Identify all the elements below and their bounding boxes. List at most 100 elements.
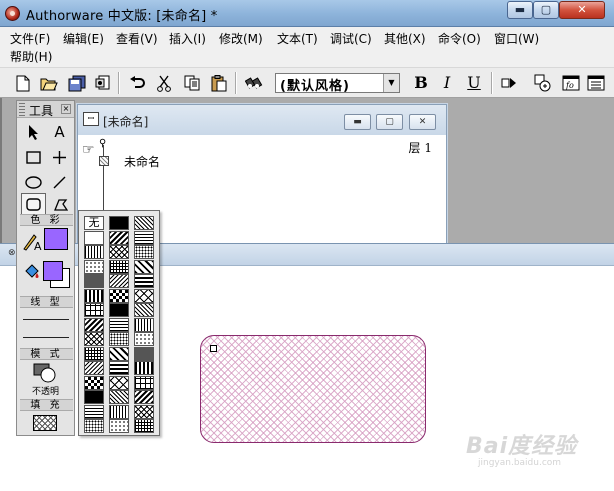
line-color-swatch[interactable] [44, 228, 68, 250]
pattern-swatch[interactable] [84, 274, 104, 288]
pattern-swatch[interactable] [84, 230, 104, 245]
rounded-rectangle-tool[interactable] [21, 193, 46, 215]
pattern-swatch[interactable] [134, 390, 154, 404]
pattern-swatch[interactable] [84, 288, 104, 303]
pattern-swatch[interactable] [134, 259, 154, 274]
pattern-swatch[interactable] [134, 375, 154, 390]
pattern-swatch[interactable] [134, 245, 154, 259]
copy-icon[interactable] [181, 72, 203, 94]
shape-handle[interactable] [210, 345, 217, 352]
run-icon[interactable] [498, 72, 520, 94]
pattern-swatch[interactable] [84, 245, 104, 259]
pointer-tool[interactable] [21, 121, 46, 143]
import-icon[interactable] [92, 72, 114, 94]
fill-bucket-icon[interactable] [19, 261, 44, 283]
fill-pattern-selector[interactable] [33, 415, 57, 431]
pattern-swatch[interactable] [109, 259, 129, 274]
pattern-swatch[interactable] [109, 346, 129, 361]
menu-modify[interactable]: 修改(M) [219, 31, 263, 48]
ellipse-tool[interactable] [21, 171, 46, 193]
close-button[interactable]: ✕ [559, 1, 605, 19]
maximize-button[interactable]: ▢ [533, 1, 559, 19]
pattern-swatch[interactable] [84, 346, 104, 361]
pattern-swatch[interactable] [134, 216, 154, 230]
pattern-swatch[interactable] [84, 375, 104, 390]
pattern-swatch[interactable] [109, 303, 129, 317]
pattern-swatch[interactable] [109, 419, 129, 433]
pattern-swatch[interactable] [84, 332, 104, 346]
menu-other[interactable]: 其他(X) [384, 31, 426, 48]
pattern-swatch[interactable] [109, 274, 129, 288]
fill-foreground-swatch[interactable] [43, 261, 63, 281]
pattern-swatch[interactable] [84, 361, 104, 375]
authorware-app-icon[interactable] [5, 6, 20, 21]
find-icon[interactable] [243, 72, 265, 94]
pattern-swatch[interactable] [134, 346, 154, 361]
pattern-swatch[interactable] [134, 274, 154, 288]
node-label[interactable]: 未命名 [124, 153, 160, 170]
pattern-swatch[interactable] [134, 332, 154, 346]
line-tool[interactable] [47, 146, 72, 168]
tools-titlebar[interactable]: 工具 × [17, 101, 74, 118]
chevron-down-icon[interactable]: ▼ [383, 74, 399, 92]
design-close-button[interactable]: ✕ [409, 114, 436, 130]
pattern-swatch[interactable] [109, 361, 129, 375]
pattern-swatch[interactable] [134, 288, 154, 303]
text-tool[interactable]: A [47, 121, 72, 143]
pen-color-icon[interactable]: A [19, 231, 44, 253]
pattern-swatch[interactable] [109, 390, 129, 404]
rectangle-tool[interactable] [21, 146, 46, 168]
pattern-swatch[interactable] [134, 419, 154, 433]
new-icon[interactable] [12, 72, 34, 94]
close-icon[interactable]: ⊗ [8, 248, 16, 258]
menu-file[interactable]: 文件(F) [10, 31, 50, 48]
line-style-option[interactable] [23, 319, 69, 320]
open-icon[interactable] [38, 72, 60, 94]
save-all-icon[interactable] [66, 72, 88, 94]
fill-pattern-palette[interactable]: 无 [78, 210, 160, 436]
pattern-swatch[interactable] [84, 419, 104, 433]
underline-button[interactable]: U [464, 72, 484, 94]
design-minimize-button[interactable]: ▬ [344, 114, 371, 130]
pattern-swatch[interactable] [134, 230, 154, 245]
pattern-swatch[interactable] [109, 230, 129, 245]
tools-close-button[interactable]: × [61, 104, 71, 114]
hand-pointer-icon[interactable]: ☞ [82, 142, 95, 158]
pattern-swatch[interactable] [109, 317, 129, 332]
pattern-swatch[interactable] [109, 245, 129, 259]
cut-icon[interactable] [153, 72, 175, 94]
pattern-swatch[interactable] [109, 216, 129, 230]
tools-palette[interactable]: 工具 × A 色 彩 A 线 型 模 式 不透明 填 充 [16, 100, 75, 436]
menu-debug[interactable]: 调试(C) [330, 31, 372, 48]
design-window-titlebar[interactable]: ꟷ [未命名] ▬ ▢ ✕ [78, 105, 446, 135]
pattern-swatch[interactable] [134, 317, 154, 332]
pattern-none[interactable]: 无 [84, 216, 104, 230]
paste-icon[interactable] [208, 72, 230, 94]
undo-icon[interactable] [126, 72, 148, 94]
design-maximize-button[interactable]: ▢ [376, 114, 403, 130]
pattern-swatch[interactable] [109, 332, 129, 346]
display-icon-node[interactable] [99, 156, 109, 166]
pattern-swatch[interactable] [109, 288, 129, 303]
line-style-option[interactable] [23, 337, 69, 338]
menu-edit[interactable]: 编辑(E) [63, 31, 104, 48]
pattern-swatch[interactable] [134, 404, 154, 419]
menu-insert[interactable]: 插入(I) [169, 31, 206, 48]
bold-button[interactable]: B [411, 72, 431, 94]
opaque-mode-icon[interactable] [33, 363, 59, 383]
pattern-swatch[interactable] [84, 317, 104, 332]
pattern-swatch[interactable] [134, 303, 154, 317]
rounded-rectangle-shape[interactable] [200, 335, 426, 443]
pattern-swatch[interactable] [84, 404, 104, 419]
pattern-swatch[interactable] [84, 390, 104, 404]
menu-help[interactable]: 帮助(H) [10, 49, 52, 66]
italic-button[interactable]: I [437, 72, 457, 94]
style-select[interactable]: (默认风格) ▼ [275, 73, 400, 94]
pattern-swatch[interactable] [109, 375, 129, 390]
functions-icon[interactable]: fo [560, 72, 582, 94]
variables-icon[interactable] [585, 72, 607, 94]
minimize-button[interactable]: ▬ [507, 1, 533, 19]
pattern-swatch[interactable] [84, 303, 104, 317]
menu-text[interactable]: 文本(T) [277, 31, 318, 48]
menu-window[interactable]: 窗口(W) [494, 31, 539, 48]
